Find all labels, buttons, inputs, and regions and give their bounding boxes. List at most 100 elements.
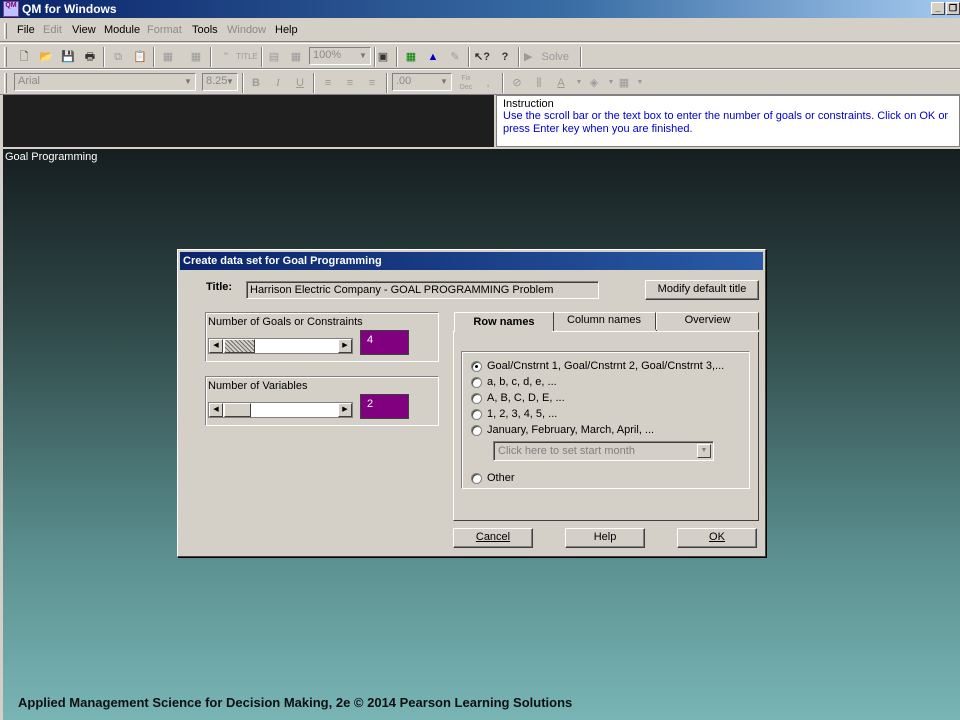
fix-dec-button[interactable]: Fix Dec [456,73,476,93]
fit-icon[interactable]: ⊘ [507,73,527,93]
font-color-icon[interactable]: A [551,73,571,93]
toolbar-separator [313,73,315,93]
option-label: 1, 2, 3, 4, 5, ... [487,408,558,420]
toolbar-separator [242,73,244,93]
grid-icon[interactable]: ▦ [186,47,206,67]
bold-button[interactable]: B [246,73,266,93]
align-left-icon[interactable]: ≡ [318,73,338,93]
number-format-select[interactable]: .00 ▼ [392,73,452,91]
menu-bar: File Edit View Module Format Tools Windo… [0,20,960,42]
restore-button[interactable]: ❐ [946,2,960,15]
solve-label: Solve [541,51,570,63]
chevron-down-icon: ▼ [226,77,234,86]
copy-icon[interactable]: ⧉ [108,47,128,67]
radio-button[interactable] [471,409,482,420]
variables-label: Number of Variables [208,380,308,392]
table-icon[interactable]: ▦ [286,47,306,67]
window-icon[interactable]: ▣ [373,47,393,67]
underline-button[interactable]: U [290,73,310,93]
instruction-text: Use the scroll bar or the text box to en… [503,110,949,135]
number-format-value: .00 [396,75,412,87]
app-icon: QM [3,1,19,17]
italic-button[interactable]: I [268,73,288,93]
comma-icon[interactable]: , [478,73,498,93]
variables-scrollbar[interactable]: ◀ ▶ [208,402,353,418]
minimize-button[interactable]: _ [931,2,945,15]
quote-icon[interactable]: " [216,47,236,67]
tab-column-names[interactable]: Column names [552,312,656,330]
menu-window[interactable]: Window [227,24,266,36]
modify-default-title-button[interactable]: Modify default title [645,280,759,300]
solve-icon: ▶ [524,51,533,63]
dialog-title: Create data set for Goal Programming [180,252,763,270]
title-icon[interactable]: TITLE [236,47,258,67]
menu-file[interactable]: File [17,24,35,36]
scroll-right-icon[interactable]: ▶ [338,339,352,353]
toolbar-separator [502,73,504,93]
toolbar-separator [580,47,582,67]
cancel-button[interactable]: Cancel [453,528,533,548]
chart-icon[interactable]: ▲ [423,47,443,67]
help-label: Help [593,531,617,543]
solve-button[interactable]: ▶ Solve [524,47,576,67]
toolbar-separator [210,47,212,67]
paste-icon[interactable]: 📋 [130,47,150,67]
menu-format[interactable]: Format [147,24,182,36]
table-icon[interactable]: ▤ [264,47,284,67]
help-button[interactable]: Help [565,528,645,548]
menu-tools[interactable]: Tools [192,24,218,36]
radio-button[interactable] [471,361,482,372]
help-pointer-icon[interactable]: ↖? [472,47,492,67]
ok-label: OK [709,531,725,543]
start-month-placeholder: Click here to set start month [498,445,635,457]
radio-button[interactable] [471,377,482,388]
goals-value-input[interactable]: 4 [360,330,409,355]
align-right-icon[interactable]: ≡ [362,73,382,93]
zoom-value: 100% [313,49,342,61]
scroll-thumb[interactable] [224,339,255,353]
new-icon[interactable]: 🗋 [14,47,34,67]
columns-icon[interactable]: ⫼ [529,73,549,93]
variables-value-input[interactable]: 2 [360,394,409,419]
scroll-left-icon[interactable]: ◀ [209,403,223,417]
menu-module[interactable]: Module [104,24,140,36]
scroll-thumb[interactable] [224,403,251,417]
help-icon[interactable]: ? [495,47,515,67]
tab-row-names[interactable]: Row names [454,312,554,332]
menu-help[interactable]: Help [275,24,298,36]
chevron-down-icon: ▼ [440,77,448,86]
start-month-select[interactable]: Click here to set start month ▼ [493,441,714,461]
tab-overview[interactable]: Overview [656,312,759,330]
chevron-down-icon[interactable]: ▼ [630,73,650,93]
radio-button[interactable] [471,473,482,484]
chevron-down-icon[interactable]: ▼ [697,444,711,458]
option-label: A, B, C, D, E, ... [487,392,565,404]
scroll-left-icon[interactable]: ◀ [209,339,223,353]
ok-button[interactable]: OK [677,528,757,548]
toolbar-separator [468,47,470,67]
radio-button[interactable] [471,425,482,436]
title-label: Title: [206,281,233,293]
goals-scrollbar[interactable]: ◀ ▶ [208,338,353,354]
font-size-select[interactable]: 8.25 ▼ [202,73,238,91]
radio-button[interactable] [471,393,482,404]
open-icon[interactable]: 📂 [36,47,56,67]
align-center-icon[interactable]: ≡ [340,73,360,93]
option-label: January, February, March, April, ... [487,424,655,436]
toolbar-separator [518,47,520,67]
scroll-right-icon[interactable]: ▶ [338,403,352,417]
menu-edit[interactable]: Edit [43,24,62,36]
menu-view[interactable]: View [72,24,96,36]
table-icon[interactable]: ▦ [401,47,421,67]
save-icon[interactable]: 💾 [58,47,78,67]
edit-icon[interactable]: ✎ [445,47,465,67]
grid-icon[interactable]: ▦ [158,47,178,67]
tab-panel-top-edge [552,331,759,332]
toolbar-grip [4,73,7,93]
font-select[interactable]: Arial ▼ [14,73,196,91]
title-input[interactable]: Harrison Electric Company - GOAL PROGRAM… [246,281,599,299]
option-label: Goal/Cnstrnt 1, Goal/Cnstrnt 2, Goal/Cns… [487,360,725,372]
toolbar-separator [396,47,398,67]
zoom-select[interactable]: 100% ▼ [309,47,371,65]
print-icon[interactable]: 🖶 [80,47,100,67]
